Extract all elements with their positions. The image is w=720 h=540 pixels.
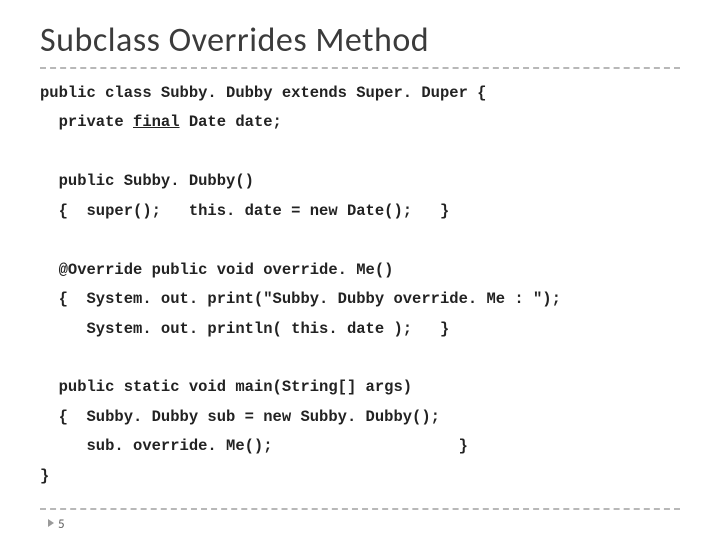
code-line-2a: private (40, 113, 133, 131)
code-line-1: public class Subby. Dubby extends Super.… (40, 84, 486, 102)
code-line-7: @Override public void override. Me() (40, 261, 393, 279)
code-line-14: } (40, 467, 49, 485)
slide-title: Subclass Overrides Method (40, 20, 680, 61)
code-line-4: public Subby. Dubby() (40, 172, 254, 190)
code-line-12: { Subby. Dubby sub = new Subby. Dubby(); (40, 408, 440, 426)
code-line-8: { System. out. print("Subby. Dubby overr… (40, 290, 561, 308)
code-line-5: { super(); this. date = new Date(); } (40, 202, 449, 220)
slide: Subclass Overrides Method public class S… (0, 0, 720, 540)
page-number-bullet-icon (48, 519, 54, 527)
code-line-11: public static void main(String[] args) (40, 378, 412, 396)
page-number-value: 5 (58, 517, 65, 532)
code-block: public class Subby. Dubby extends Super.… (40, 79, 680, 491)
title-divider (40, 67, 680, 69)
code-line-2c: Date date; (180, 113, 282, 131)
page-number: 5 (48, 517, 65, 532)
code-line-2-final: final (133, 113, 180, 131)
code-line-9: System. out. println( this. date ); } (40, 320, 449, 338)
footer-divider (40, 508, 680, 510)
code-line-13: sub. override. Me(); } (40, 437, 468, 455)
